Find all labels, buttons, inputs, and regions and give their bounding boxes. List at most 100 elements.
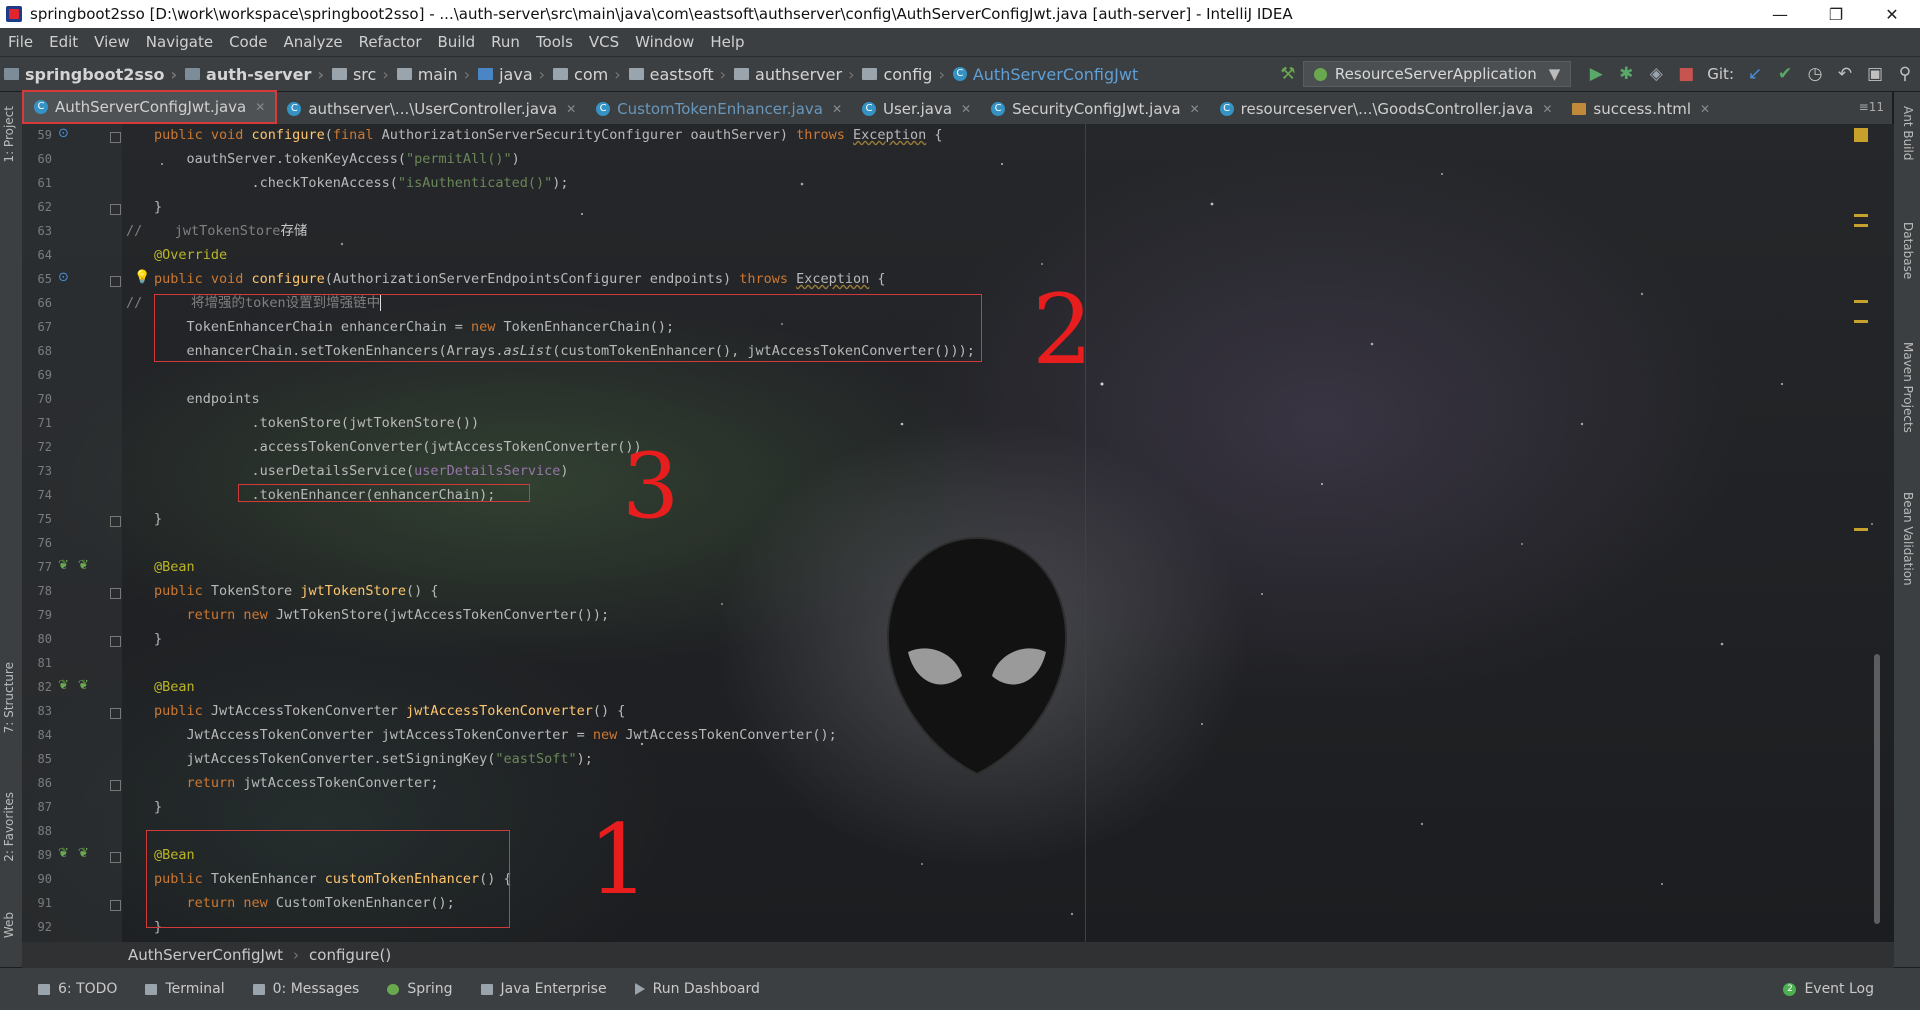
close-icon[interactable]: ✕	[961, 102, 971, 116]
fold-marker[interactable]	[110, 708, 121, 719]
nav-crumb-authserver[interactable]: authserver ›	[730, 65, 858, 84]
search-icon[interactable]: ⚲	[1890, 59, 1920, 89]
restore-button[interactable]: ❐	[1808, 0, 1864, 28]
tool-messages[interactable]: 0: Messages	[239, 981, 374, 997]
tool-ant-build[interactable]: Ant Build	[1901, 106, 1915, 160]
nav-crumb-java[interactable]: java ›	[474, 65, 549, 84]
menu-help[interactable]: Help	[702, 33, 752, 51]
tool-todo[interactable]: 6: TODO	[0, 981, 131, 997]
menu-view[interactable]: View	[86, 33, 138, 51]
warning-marker[interactable]	[1854, 224, 1868, 227]
spring-bean-icon[interactable]: ❦	[58, 678, 69, 693]
fold-marker[interactable]	[110, 588, 121, 599]
menu-build[interactable]: Build	[430, 33, 484, 51]
spring-bean-icon[interactable]: ❦	[78, 846, 89, 861]
menu-analyze[interactable]: Analyze	[275, 33, 350, 51]
fold-marker[interactable]	[110, 900, 121, 911]
fold-marker[interactable]	[110, 516, 121, 527]
breadcrumb-class[interactable]: AuthServerConfigJwt	[22, 946, 293, 964]
tool-database[interactable]: Database	[1901, 222, 1915, 279]
nav-crumb-src[interactable]: src ›	[328, 65, 393, 84]
vcs-update-icon[interactable]: ↙	[1740, 59, 1770, 89]
coverage-icon[interactable]: ◈	[1641, 59, 1671, 89]
tool-bean-validation[interactable]: Bean Validation	[1901, 492, 1915, 586]
fold-marker[interactable]	[110, 852, 121, 863]
tab-success-html[interactable]: success.html ✕	[1562, 94, 1720, 124]
tab-usercontroller[interactable]: Cauthserver\...\UserController.java ✕	[277, 94, 586, 124]
tool-favorites[interactable]: 2: Favorites	[2, 792, 16, 862]
nav-crumb-com[interactable]: com ›	[549, 65, 625, 84]
warning-marker[interactable]	[1854, 300, 1868, 303]
close-icon[interactable]: ✕	[1542, 102, 1552, 116]
tab-user[interactable]: C User.java ✕	[852, 94, 981, 124]
fold-marker[interactable]	[110, 204, 121, 215]
tab-securityconfigjwt[interactable]: C SecurityConfigJwt.java ✕	[981, 94, 1210, 124]
spring-bean-icon[interactable]: ❦	[58, 558, 69, 573]
tool-web[interactable]: Web	[2, 912, 16, 938]
menu-navigate[interactable]: Navigate	[138, 33, 221, 51]
breadcrumb-method[interactable]: configure()	[299, 946, 401, 964]
fold-marker[interactable]	[110, 132, 121, 143]
menu-refactor[interactable]: Refactor	[351, 33, 430, 51]
menu-vcs[interactable]: VCS	[581, 33, 627, 51]
fold-marker[interactable]	[110, 780, 121, 791]
tool-spring[interactable]: Spring	[373, 981, 466, 997]
close-icon[interactable]: ✕	[255, 100, 265, 114]
code-line: JwtAccessTokenConverter jwtAccessTokenCo…	[154, 727, 837, 743]
tab-authserverconfigjwt[interactable]: C AuthServerConfigJwt.java ✕	[22, 90, 278, 124]
fold-marker[interactable]	[110, 276, 121, 287]
nav-crumb-main[interactable]: main ›	[393, 65, 474, 84]
vcs-revert-icon[interactable]: ↶	[1830, 59, 1860, 89]
menu-window[interactable]: Window	[627, 33, 702, 51]
fold-marker[interactable]	[110, 636, 121, 647]
spring-bean-icon[interactable]: ❦	[58, 846, 69, 861]
tab-customtokenenhancer[interactable]: C CustomTokenEnhancer.java ✕	[586, 94, 852, 124]
line-number: 85	[37, 752, 52, 766]
vertical-scrollbar[interactable]	[1874, 654, 1880, 924]
tool-java-enterprise[interactable]: Java Enterprise	[467, 981, 621, 997]
menu-edit[interactable]: Edit	[41, 33, 86, 51]
warning-marker[interactable]	[1854, 214, 1868, 217]
warning-marker[interactable]	[1854, 128, 1868, 142]
vcs-commit-icon[interactable]: ✔	[1770, 59, 1800, 89]
minimize-button[interactable]: —	[1752, 0, 1808, 28]
override-method-icon[interactable]: ⊙	[58, 126, 69, 141]
nav-crumb-class[interactable]: C AuthServerConfigJwt	[949, 65, 1142, 84]
override-method-icon[interactable]: ⊙	[58, 270, 69, 285]
tool-event-log[interactable]: 2 Event Log	[1769, 968, 1888, 1010]
nav-crumb-eastsoft[interactable]: eastsoft ›	[625, 65, 730, 84]
run-icon[interactable]: ▶	[1581, 59, 1611, 89]
stop-icon[interactable]: ■	[1671, 59, 1701, 89]
close-icon[interactable]: ✕	[566, 102, 576, 116]
tool-terminal[interactable]: Terminal	[131, 981, 238, 997]
menu-code[interactable]: Code	[221, 33, 275, 51]
build-hammer-icon[interactable]: ⚒	[1273, 59, 1303, 89]
close-icon[interactable]: ✕	[1190, 102, 1200, 116]
debug-icon[interactable]: ✱	[1611, 59, 1641, 89]
lightbulb-icon[interactable]: 💡	[134, 270, 150, 285]
spring-bean-icon[interactable]: ❦	[78, 678, 89, 693]
nav-crumb-module[interactable]: auth-server ›	[181, 65, 328, 84]
warning-marker[interactable]	[1854, 528, 1868, 531]
menu-run[interactable]: Run	[483, 33, 528, 51]
nav-crumb-config[interactable]: config ›	[858, 65, 948, 84]
tool-maven-projects[interactable]: Maven Projects	[1901, 342, 1915, 433]
close-icon[interactable]: ✕	[832, 102, 842, 116]
tool-project[interactable]: 1: Project	[2, 106, 16, 163]
nav-crumb-project[interactable]: springboot2sso ›	[0, 65, 181, 84]
tab-goodscontroller[interactable]: Cresourceserver\...\GoodsController.java…	[1210, 94, 1563, 124]
tab-overflow-menu[interactable]: ≡11	[1859, 100, 1884, 114]
spring-bean-icon[interactable]: ❦	[78, 558, 89, 573]
close-button[interactable]: ✕	[1864, 0, 1920, 28]
menu-tools[interactable]: Tools	[528, 33, 581, 51]
tool-run-dashboard[interactable]: Run Dashboard	[621, 981, 774, 997]
code-editor[interactable]: 59 60 61 62 63 64 65 66 67 68 69 70 71 7…	[22, 124, 1894, 942]
tool-structure[interactable]: 7: Structure	[2, 662, 16, 733]
run-configuration-select[interactable]: ResourceServerApplication ▼	[1302, 61, 1572, 87]
vcs-history-icon[interactable]: ◷	[1800, 59, 1830, 89]
close-icon[interactable]: ✕	[1700, 102, 1710, 116]
line-number: 89	[37, 848, 52, 862]
warning-marker[interactable]	[1854, 320, 1868, 323]
menu-file[interactable]: File	[0, 33, 41, 51]
project-structure-icon[interactable]: ▣	[1860, 59, 1890, 89]
